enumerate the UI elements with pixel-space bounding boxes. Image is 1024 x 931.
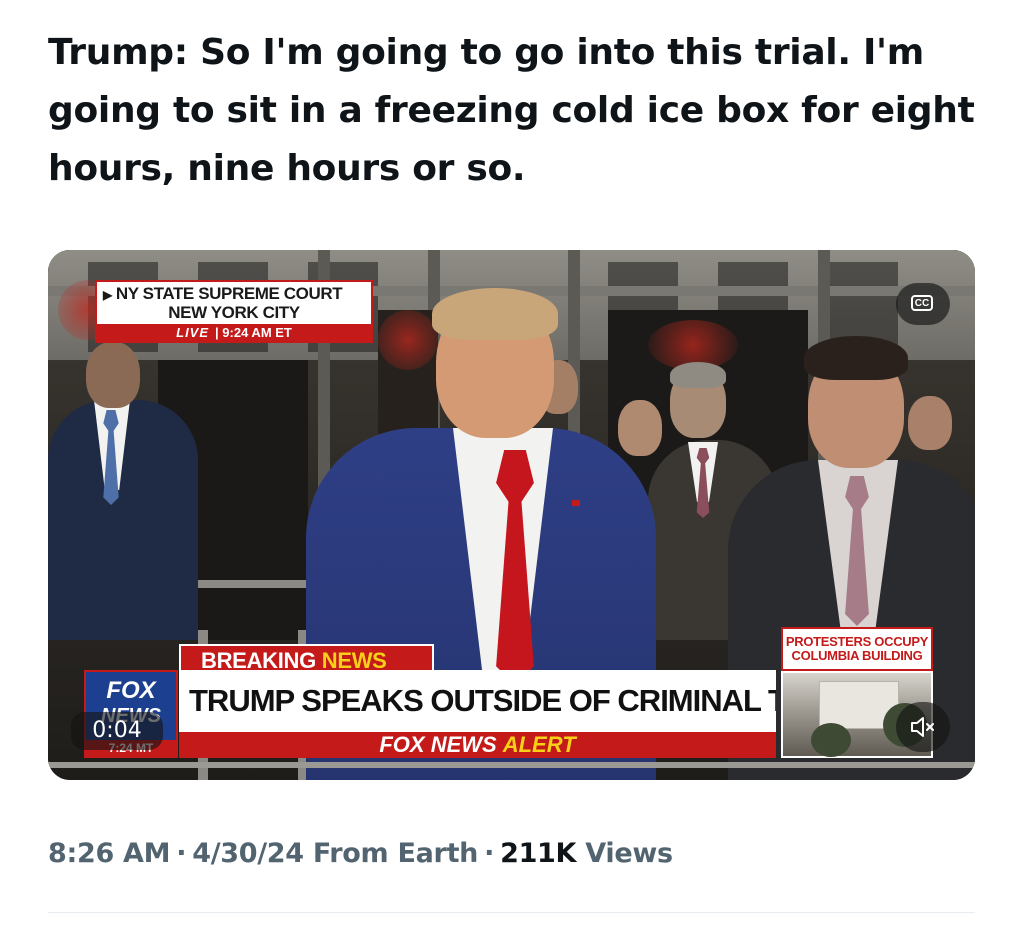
divider: [48, 912, 975, 913]
fox-news-alert-ticker: FOX NEWS ALERT: [179, 732, 776, 758]
location-locator: ▶ NY STATE SUPREME COURT NEW YORK CITY LI…: [95, 280, 373, 343]
elapsed-time: 0:04: [71, 712, 163, 750]
live-indicator: LIVE | 9:24 AM ET: [97, 324, 371, 341]
locator-court: NY STATE SUPREME COURT: [115, 284, 343, 303]
post-source: From Earth: [312, 838, 479, 869]
video-player[interactable]: ▶ NY STATE SUPREME COURT NEW YORK CITY LI…: [48, 250, 975, 780]
closed-captions-button[interactable]: CC: [896, 283, 950, 325]
mute-icon: [911, 717, 934, 737]
post-date: 4/30/24: [192, 838, 304, 869]
post-time: 8:26 AM: [48, 838, 171, 869]
headline-chyron: TRUMP SPEAKS OUTSIDE OF CRIMINAL TRIAL: [179, 670, 776, 732]
side-story-label: PROTESTERS OCCUPY COLUMBIA BUILDING: [781, 627, 933, 671]
tweet-text: Trump: So I'm going to go into this tria…: [48, 32, 975, 189]
views-label: Views: [585, 838, 673, 869]
closed-captions-icon: CC: [911, 295, 933, 311]
views-count: 211K: [500, 838, 577, 869]
tweet-metadata: 8:26 AM · 4/30/24 From Earth · 211K Views: [48, 838, 673, 869]
locator-city: NEW YORK CITY: [168, 303, 300, 322]
mute-button[interactable]: [896, 702, 950, 752]
play-triangle-icon: ▶: [103, 288, 112, 302]
